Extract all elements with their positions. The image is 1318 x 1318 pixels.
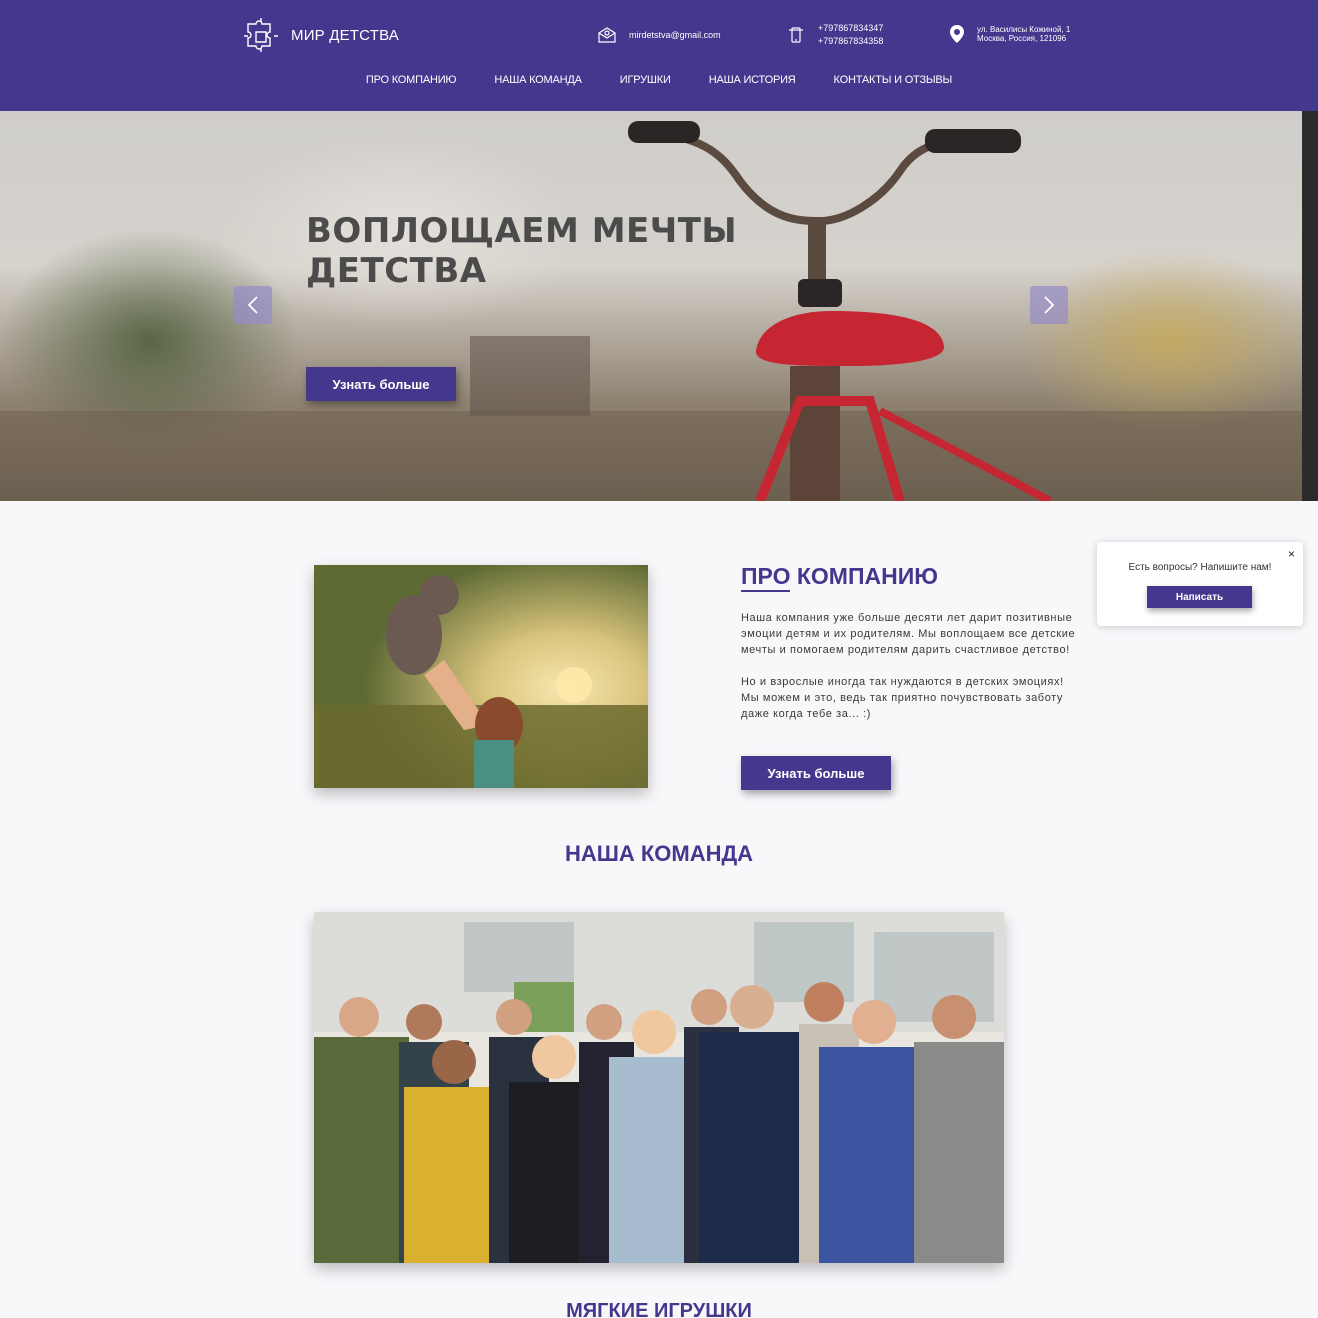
phone-numbers: +797867834347 +797867834358 bbox=[818, 22, 883, 48]
nav-item-toys[interactable]: ИГРУШКИ bbox=[601, 74, 690, 86]
chevron-right-icon bbox=[1044, 296, 1055, 314]
about-text: Наша компания уже больше десяти лет дари… bbox=[741, 610, 1081, 722]
about-photo bbox=[314, 565, 648, 788]
email-text: mirdetstva@gmail.com bbox=[629, 29, 721, 40]
about-paragraph-2: Но и взрослые иногда так нуждаются в дет… bbox=[741, 676, 1064, 720]
main-nav: ПРО КОМПАНИЮ НАША КОМАНДА ИГРУШКИ НАША И… bbox=[0, 74, 1318, 86]
about-paragraph-1: Наша компания уже больше десяти лет дари… bbox=[741, 612, 1076, 656]
chevron-left-icon bbox=[247, 296, 258, 314]
hero-learn-more-button[interactable]: Узнать больше bbox=[306, 367, 456, 401]
nav-item-contacts[interactable]: КОНТАКТЫ И ОТЗЫВЫ bbox=[815, 74, 972, 86]
address-line-1: ул. Василисы Кожиной, 1 bbox=[977, 25, 1071, 34]
hero-title-line-2: ДЕТСТВА bbox=[306, 251, 487, 291]
about-title: ПРО КОМПАНИЮ bbox=[741, 563, 938, 592]
hero-slider: ВОПЛОЩАЕМ МЕЧТЫ ДЕТСТВА Узнать больше bbox=[0, 111, 1302, 501]
contact-phones[interactable]: +797867834347 +797867834358 bbox=[786, 22, 883, 48]
address-line-2: Москва, Россия, 121096 bbox=[977, 34, 1067, 43]
close-icon[interactable]: × bbox=[1288, 547, 1295, 561]
contact-email[interactable]: mirdetstva@gmail.com bbox=[597, 25, 721, 45]
nav-item-about[interactable]: ПРО КОМПАНИЮ bbox=[347, 74, 475, 86]
hero-title: ВОПЛОЩАЕМ МЕЧТЫ ДЕТСТВА bbox=[306, 211, 737, 291]
nav-item-team[interactable]: НАША КОМАНДА bbox=[475, 74, 600, 86]
phone-number-1: +797867834347 bbox=[818, 23, 884, 33]
phone-number-2: +797867834358 bbox=[818, 36, 884, 46]
nav-item-history[interactable]: НАША ИСТОРИЯ bbox=[690, 74, 815, 86]
slider-prev-button[interactable] bbox=[234, 286, 272, 324]
address-text: ул. Василисы Кожиной, 1 Москва, Россия, … bbox=[977, 25, 1070, 43]
about-learn-more-button[interactable]: Узнать больше bbox=[741, 756, 891, 790]
chat-question: Есть вопросы? Напишите нам! bbox=[1128, 562, 1272, 573]
hero-title-line-1: ВОПЛОЩАЕМ МЕЧТЫ bbox=[306, 211, 738, 251]
chat-write-button[interactable]: Написать bbox=[1147, 586, 1252, 608]
chat-widget: × Есть вопросы? Напишите нам! Написать bbox=[1097, 542, 1303, 626]
about-title-underlined: ПРО bbox=[741, 563, 791, 592]
puzzle-logo-icon bbox=[244, 18, 278, 52]
brand-name: МИР ДЕТСТВА bbox=[291, 26, 399, 44]
logo[interactable]: МИР ДЕТСТВА bbox=[242, 16, 399, 54]
tricycle-photo bbox=[0, 121, 1302, 501]
toys-title: МЯГКИЕ ИГРУШКИ bbox=[566, 1300, 752, 1318]
mail-icon bbox=[597, 25, 617, 45]
scrollbar-strip bbox=[1302, 111, 1318, 501]
phone-icon bbox=[786, 25, 806, 45]
site-header: МИР ДЕТСТВА mirdetstva@gmail.com +797867… bbox=[0, 0, 1318, 111]
slider-next-button[interactable] bbox=[1030, 286, 1068, 324]
location-pin-icon bbox=[947, 24, 967, 44]
about-title-rest: КОМПАНИЮ bbox=[790, 563, 938, 589]
contact-address[interactable]: ул. Василисы Кожиной, 1 Москва, Россия, … bbox=[947, 24, 1070, 44]
team-title: НАША КОМАНДА bbox=[564, 841, 754, 866]
team-photo bbox=[314, 912, 1004, 1263]
